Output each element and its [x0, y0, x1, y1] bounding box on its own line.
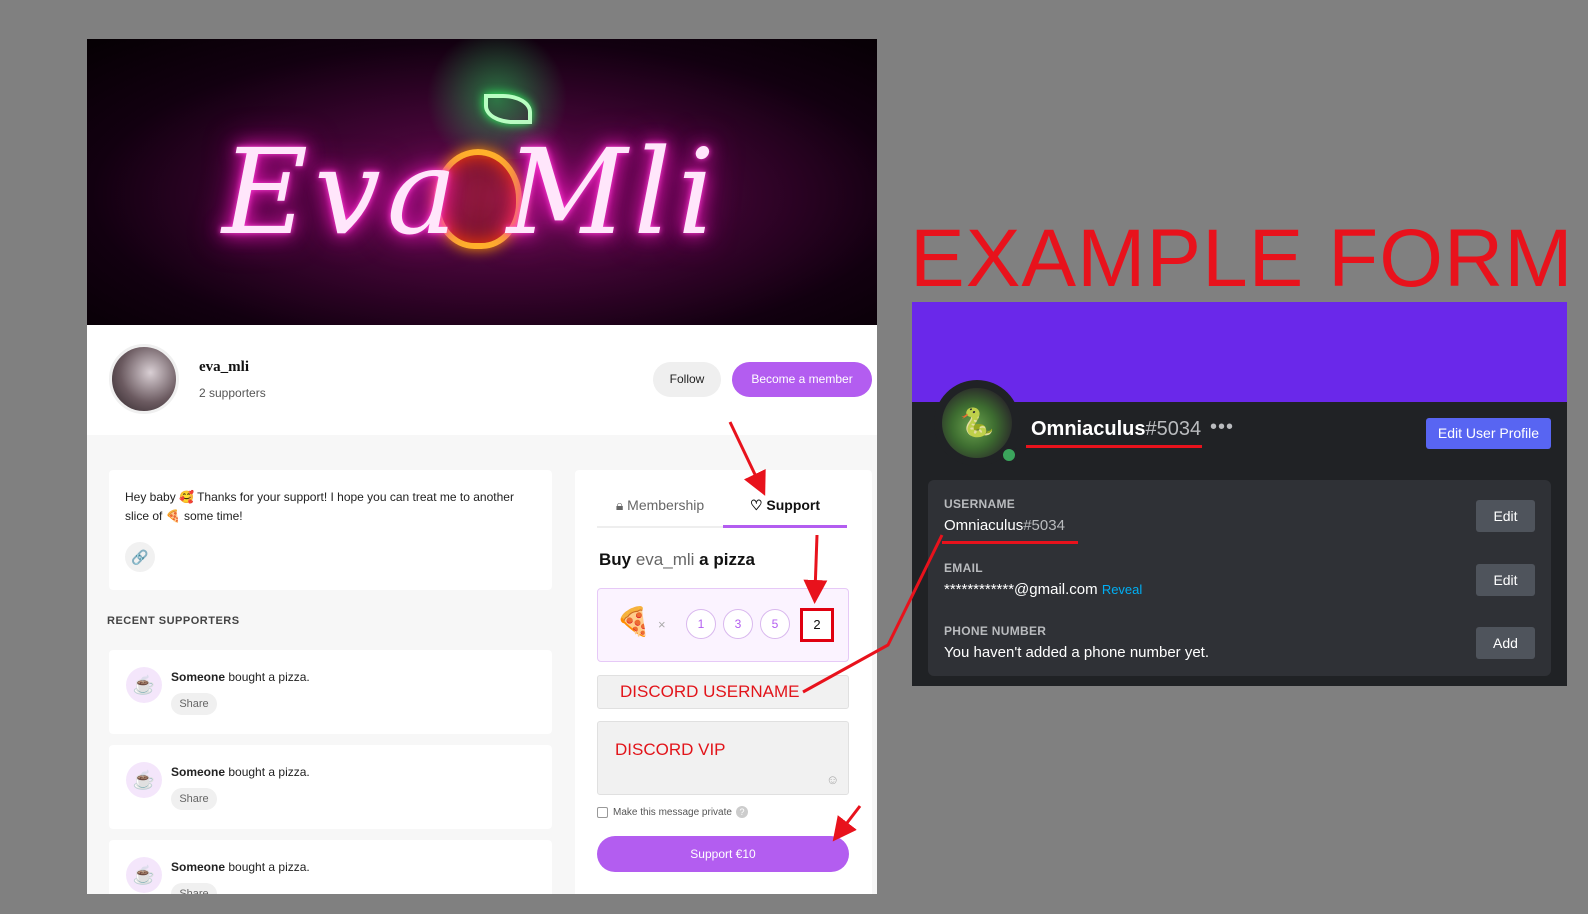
- annotation-arrows: [728, 421, 944, 842]
- arrow-username-to-field: [802, 534, 944, 694]
- arrow-to-support-tab: [728, 421, 766, 496]
- arrow-to-support-button: [832, 805, 862, 842]
- arrow-to-quantity: [803, 534, 828, 604]
